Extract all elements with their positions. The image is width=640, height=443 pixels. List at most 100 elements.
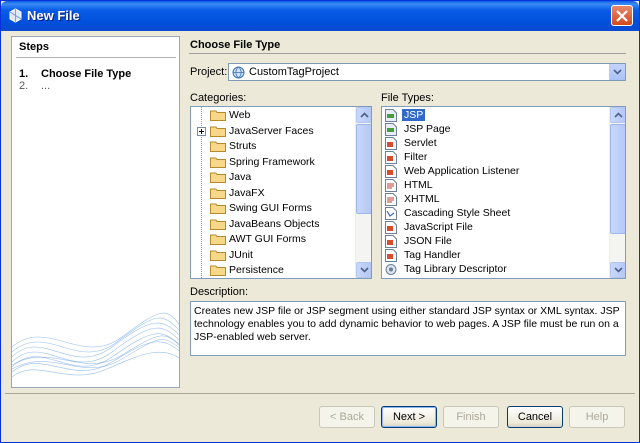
- category-item-spring-framework[interactable]: Spring Framework: [191, 155, 371, 170]
- step-item: 2....: [19, 80, 50, 92]
- file-types-list[interactable]: JSP JSP Page Servlet Filter Web Applicat…: [381, 106, 626, 279]
- folder-icon: [210, 265, 226, 276]
- step-label: Choose File Type: [41, 68, 132, 80]
- category-label: JUnit: [229, 248, 253, 261]
- file-types-scrollbar[interactable]: [609, 107, 625, 278]
- category-item-swing-gui-forms[interactable]: Swing GUI Forms: [191, 201, 371, 216]
- file-type-label: JSP Page: [404, 123, 451, 135]
- step-label: ...: [41, 80, 51, 92]
- project-dropdown-button[interactable]: [609, 64, 625, 80]
- file-type-item-tag-handler[interactable]: Tag Handler: [382, 248, 625, 263]
- file-type-item-json-file[interactable]: JSON File: [382, 234, 625, 249]
- folder-icon: [210, 157, 226, 168]
- categories-label: Categories:: [190, 92, 247, 104]
- category-label: Spring Framework: [229, 155, 315, 168]
- close-button[interactable]: [611, 5, 633, 26]
- folder-icon: [210, 234, 226, 245]
- file-type-label: Servlet: [404, 137, 437, 149]
- category-label: Struts: [229, 140, 257, 152]
- category-label: JavaServer Faces: [229, 124, 314, 137]
- section-title: Choose File Type: [190, 39, 281, 51]
- category-item-struts[interactable]: Struts: [191, 139, 371, 154]
- javascript-file-icon: [385, 221, 397, 234]
- json-file-icon: [385, 235, 397, 248]
- category-item-web[interactable]: Web: [191, 108, 371, 123]
- decorative-wave-graphic: [12, 312, 179, 378]
- categories-scrollbar[interactable]: [355, 107, 371, 278]
- category-label: JavaFX: [229, 186, 265, 199]
- category-item-java[interactable]: Java: [191, 170, 371, 185]
- file-type-item-jsp-page[interactable]: JSP Page: [382, 122, 625, 137]
- steps-divider: [16, 57, 176, 58]
- category-label: Swing GUI Forms: [229, 202, 312, 214]
- section-divider: [189, 53, 626, 54]
- button-bar-divider: [5, 393, 635, 394]
- category-item-persistence[interactable]: Persistence: [191, 263, 371, 278]
- file-type-item-servlet[interactable]: Servlet: [382, 136, 625, 151]
- app-icon: [9, 8, 22, 23]
- file-types-label: File Types:: [381, 92, 434, 104]
- chevron-up-icon: [360, 112, 369, 118]
- cancel-button[interactable]: Cancel: [507, 406, 563, 428]
- help-button[interactable]: Help: [569, 406, 625, 428]
- file-type-item-web-application-listener[interactable]: Web Application Listener: [382, 164, 625, 179]
- file-type-label: Web Application Listener: [404, 165, 520, 177]
- scroll-down-button[interactable]: [356, 262, 371, 278]
- categories-tree[interactable]: Web JavaServer Faces Struts Spring Frame…: [190, 106, 372, 279]
- category-item-javafx[interactable]: JavaFX: [191, 186, 371, 201]
- scroll-up-button[interactable]: [356, 107, 371, 123]
- title-bar[interactable]: New File: [1, 1, 639, 31]
- scroll-thumb[interactable]: [610, 124, 625, 234]
- file-type-label: XHTML: [404, 193, 440, 205]
- file-type-item-html[interactable]: HTML: [382, 178, 625, 193]
- project-label: Project:: [190, 66, 228, 78]
- steps-title: Steps: [19, 41, 49, 53]
- file-type-label: JSP: [402, 109, 426, 121]
- project-value: CustomTagProject: [249, 66, 339, 78]
- file-type-label: Cascading Style Sheet: [404, 207, 511, 219]
- tag-handler-file-icon: [385, 249, 397, 262]
- file-type-item-xhtml[interactable]: XHTML: [382, 192, 625, 207]
- filter-file-icon: [385, 151, 397, 164]
- expand-icon[interactable]: [197, 126, 206, 136]
- category-label: Persistence: [229, 264, 284, 276]
- description-text: Creates new JSP file or JSP segment usin…: [190, 301, 626, 356]
- category-label: AWT GUI Forms: [229, 233, 306, 245]
- file-type-label: Tag Library Descriptor: [404, 263, 507, 275]
- next-button[interactable]: Next >: [381, 406, 437, 428]
- file-type-label: JSON File: [404, 235, 452, 247]
- description-label: Description:: [190, 286, 249, 298]
- file-type-item-cascading-style-sheet[interactable]: Cascading Style Sheet: [382, 206, 625, 221]
- project-globe-icon: [232, 66, 245, 79]
- category-item-awt-gui-forms[interactable]: AWT GUI Forms: [191, 232, 371, 247]
- category-item-javaserver-faces[interactable]: JavaServer Faces: [191, 124, 371, 139]
- listener-file-icon: [385, 165, 397, 178]
- step-number: 1.: [19, 68, 29, 80]
- file-type-item-tag-library-descriptor[interactable]: Tag Library Descriptor: [382, 262, 625, 277]
- category-label: Web: [229, 109, 251, 121]
- folder-icon: [210, 219, 226, 230]
- chevron-down-icon: [614, 267, 623, 273]
- close-icon: [616, 10, 628, 22]
- file-type-item-javascript-file[interactable]: JavaScript File: [382, 220, 625, 235]
- folder-icon: [210, 250, 226, 261]
- chevron-up-icon: [614, 112, 623, 118]
- chevron-down-icon: [360, 267, 369, 273]
- scroll-thumb[interactable]: [356, 124, 371, 214]
- steps-panel: Steps 1. Choose File Type 2....: [11, 36, 180, 388]
- css-file-icon: [385, 207, 397, 220]
- choose-file-type-panel: Choose File Type Project: CustomTagProje…: [185, 31, 635, 388]
- window-title: New File: [27, 8, 80, 23]
- file-type-item-jsp[interactable]: JSP: [382, 108, 625, 123]
- project-select[interactable]: CustomTagProject: [228, 63, 626, 81]
- jsp-page-icon: [385, 123, 397, 136]
- folder-icon: [210, 110, 226, 121]
- folder-icon: [210, 203, 226, 214]
- file-type-item-filter[interactable]: Filter: [382, 150, 625, 165]
- category-item-javabeans-objects[interactable]: JavaBeans Objects: [191, 217, 371, 232]
- scroll-up-button[interactable]: [610, 107, 625, 123]
- category-item-junit[interactable]: JUnit: [191, 248, 371, 263]
- finish-button[interactable]: Finish: [443, 406, 499, 428]
- scroll-down-button[interactable]: [610, 262, 625, 278]
- back-button[interactable]: < Back: [319, 406, 375, 428]
